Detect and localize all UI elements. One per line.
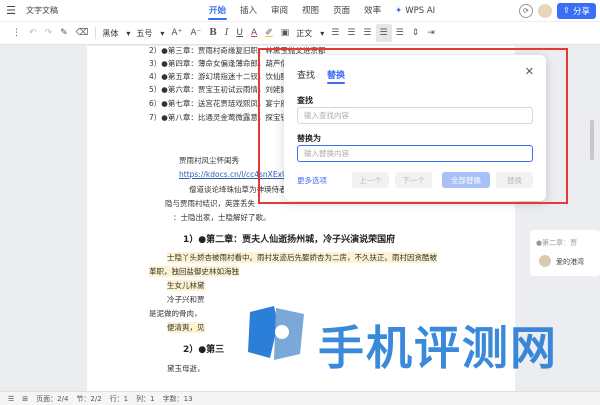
undo-icon[interactable]: ↶ (25, 24, 41, 42)
status-bar: ☰ ⊞ 页面：2/4 节：2/2 行：1 列：1 字数：13 (0, 391, 600, 405)
comment-quote: ●第二章：贾 (536, 239, 578, 247)
chevron-down-icon: ▾ (320, 28, 325, 38)
style-value: 正文 (296, 28, 313, 38)
tab-insert[interactable]: 插入 (234, 0, 263, 22)
bold-icon[interactable]: B (205, 24, 221, 42)
body-line: 便清爽，见 (167, 322, 205, 333)
tab-view[interactable]: 视图 (296, 0, 325, 22)
page-indicator[interactable]: 页面：2/4 (36, 394, 68, 404)
line-spacing-icon[interactable]: ⇕ (408, 24, 424, 42)
tab-review[interactable]: 审阅 (265, 0, 294, 22)
section-heading: 2）●第三 (183, 345, 225, 355)
watermark-logo (248, 306, 304, 360)
comment-card[interactable] (530, 230, 600, 276)
section-indicator: 节：2/2 (76, 394, 102, 403)
tab-start[interactable]: 开始 (203, 0, 232, 22)
font-color-icon[interactable]: A (247, 24, 261, 42)
formatting-toolbar: ⋮ ↶ ↷ ✎ ⌫ 黑体 ▾ 五号 ▾ A⁺ A⁻ B I U A ✐ ▣ 正文 ▾ … (0, 22, 600, 45)
body-line: 士隐丫头娇杏被雨村看中。雨村发迹后先娶娇杏为二房，不久扶正。雨村因贪酷被 (167, 252, 437, 263)
body-line: 隐与贾雨村结识，英莲丢失 (165, 199, 255, 208)
body-line: 革职，独回盐御史林如海独 (149, 266, 239, 277)
font-size-select[interactable]: 五号 ▾ (133, 28, 167, 39)
wps-ai-label: WPS AI (405, 5, 436, 16)
share-label: 分享 (572, 7, 590, 17)
increase-font-icon[interactable]: A⁺ (167, 24, 186, 42)
body-line: 贾雨村风尘怀闺秀 (179, 156, 239, 165)
outline-icon[interactable]: ☰ (8, 395, 14, 403)
font-family-value: 黑体 (102, 28, 119, 38)
format-painter-icon[interactable]: ✎ (56, 24, 72, 42)
divider (95, 27, 97, 39)
decrease-font-icon[interactable]: A⁻ (186, 24, 205, 42)
tab-wps-ai[interactable]: ✦ WPS AI (389, 0, 441, 22)
comment-user: 爱的港湾 (556, 258, 584, 266)
font-size-value: 五号 (136, 28, 153, 38)
sync-icon[interactable]: ⟳ (518, 4, 533, 18)
style-select[interactable]: 正文 ▾ (293, 28, 327, 39)
menu-icon[interactable]: ☰ (4, 4, 18, 18)
body-line: 黛玉母逝， (167, 364, 205, 373)
highlight-box (258, 48, 568, 204)
more-icon[interactable]: ⋮ (8, 24, 25, 42)
font-family-select[interactable]: 黑体 ▾ (99, 28, 133, 39)
document-title: 文字文稿 (26, 6, 58, 15)
paragraph-color-icon[interactable]: ▣ (277, 24, 294, 42)
highlight-icon[interactable]: ✐ (261, 24, 277, 42)
body-line: 生女儿林黛 (167, 280, 205, 291)
comment-avatar (539, 255, 551, 267)
italic-icon[interactable]: I (221, 24, 233, 42)
nav-icon[interactable]: ⊞ (22, 395, 28, 403)
align-left-icon[interactable]: ☰ (327, 24, 343, 42)
chevron-down-icon: ▾ (160, 28, 165, 38)
title-right: ⟳ ⇪ 分享 (518, 3, 596, 19)
tab-efficiency[interactable]: 效率 (358, 0, 387, 22)
title-left: ☰ 文字文稿 (0, 4, 200, 18)
column-indicator: 列：1 (136, 394, 155, 403)
share-button[interactable]: ⇪ 分享 (556, 3, 596, 19)
watermark-text: 手机评测网 (318, 321, 558, 375)
align-right-icon[interactable]: ☰ (359, 24, 375, 42)
body-line: 冷子兴和贾 (167, 295, 205, 304)
indent-icon[interactable]: ⇥ (423, 24, 439, 42)
section-heading: 1）●第二章：贾夫人仙逝扬州城，冷子兴演说荣国府 (183, 235, 396, 245)
body-line: 是泥做的骨肉， (149, 309, 202, 318)
row-indicator: 行：1 (109, 394, 129, 403)
redo-icon[interactable]: ↷ (41, 24, 57, 42)
tab-page[interactable]: 页面 (327, 0, 356, 22)
share-icon: ⇪ (562, 6, 570, 16)
align-center-icon[interactable]: ☰ (343, 24, 359, 42)
distribute-icon[interactable]: ☰ (392, 24, 408, 42)
eraser-icon[interactable]: ⌫ (72, 24, 93, 42)
body-line: ：士隐出家，士隐解好了歌。 (173, 213, 271, 222)
avatar[interactable] (537, 4, 552, 18)
ribbon-tabs: 开始 插入 审阅 视图 页面 效率 ✦ WPS AI (203, 0, 441, 22)
chevron-down-icon: ▾ (126, 28, 131, 38)
word-count[interactable]: 字数：13 (163, 394, 193, 404)
justify-icon[interactable]: ☰ (375, 24, 392, 42)
title-bar: ☰ 文字文稿 开始 插入 审阅 视图 页面 效率 ✦ WPS AI ⟳ ⇪ 分享 (0, 0, 600, 22)
wps-ai-icon: ✦ (395, 5, 403, 16)
vertical-scrollbar[interactable] (590, 120, 594, 160)
underline-icon[interactable]: U (232, 24, 247, 42)
